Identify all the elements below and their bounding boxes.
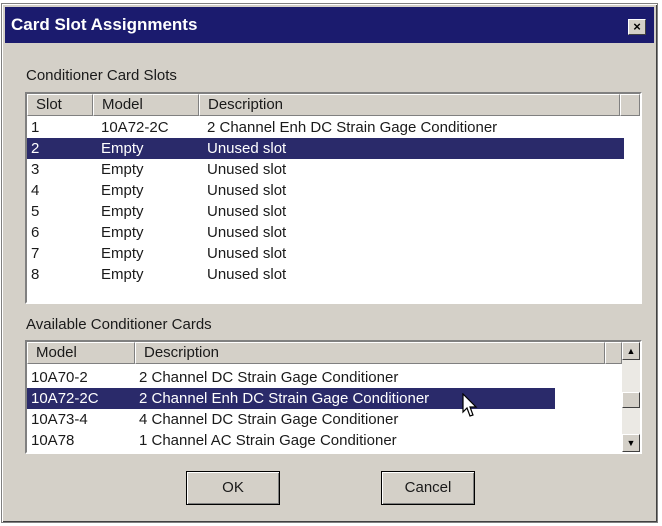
column-header-description[interactable]: Description [199,94,620,116]
column-header-model[interactable]: Model [93,94,199,116]
column-header-description[interactable]: Description [135,342,605,364]
slot-row[interactable]: 2 Empty Unused slot [27,138,624,159]
slot-number: 5 [31,203,40,220]
slot-description: Unused slot [207,161,287,178]
slot-number: 7 [31,245,40,262]
column-header-slot[interactable]: Slot [27,94,93,116]
slot-model: Empty [101,140,144,157]
slot-row[interactable]: 8 Empty Unused slot [27,264,624,285]
slot-model: Empty [101,161,144,178]
cancel-button[interactable]: Cancel [381,471,475,505]
ok-button[interactable]: OK [186,471,280,505]
slot-row[interactable]: 3 Empty Unused slot [27,159,624,180]
slot-number: 3 [31,161,40,178]
slots-section-label: Conditioner Card Slots [26,67,177,84]
card-description: 2 Channel Enh DC Strain Gage Conditioner [139,390,430,407]
slot-model: Empty [101,203,144,220]
slot-row[interactable]: 7 Empty Unused slot [27,243,624,264]
card-slot-assignments-dialog: Card Slot Assignments × Conditioner Card… [1,3,658,523]
scroll-up-button[interactable]: ▲ [622,342,640,360]
mouse-pointer-icon [462,393,478,417]
card-model: 10A73-4 [31,411,88,428]
card-description: 1 Channel AC Strain Gage Conditioner [139,432,397,449]
card-description: 2 Channel DC Strain Gage Conditioner [139,369,399,386]
slot-number: 1 [31,119,40,136]
slot-model: Empty [101,245,144,262]
slot-row[interactable]: 1 10A72-2C 2 Channel Enh DC Strain Gage Co… [27,117,624,138]
slot-row[interactable]: 4 Empty Unused slot [27,180,624,201]
slot-description: Unused slot [207,182,287,199]
slot-row[interactable]: 6 Empty Unused slot [27,222,624,243]
scroll-down-button[interactable]: ▼ [622,434,640,452]
cards-list-header: Model Description [27,342,622,364]
title-bar[interactable]: Card Slot Assignments × [5,7,654,43]
slot-number: 6 [31,224,40,241]
slot-number: 2 [31,140,40,157]
slot-number: 8 [31,266,40,283]
card-row[interactable]: 10A70-2 2 Channel DC Strain Gage Conditio… [27,367,555,388]
card-description: 4 Channel DC Strain Gage Conditioner [139,411,399,428]
slot-description: 2 Channel Enh DC Strain Gage Conditioner [207,119,498,136]
card-model: 10A72-2C [31,390,99,407]
scroll-thumb[interactable] [622,392,640,408]
slot-model: Empty [101,224,144,241]
slots-list-header: Slot Model Description [27,94,640,116]
column-header-model[interactable]: Model [27,342,135,364]
window-title: Card Slot Assignments [11,15,198,34]
up-arrow-icon: ▲ [626,346,636,356]
header-filler [620,94,640,116]
header-filler [605,342,622,364]
close-icon: × [633,19,641,34]
close-button[interactable]: × [628,19,646,35]
slot-model: 10A72-2C [101,119,169,136]
slot-description: Unused slot [207,203,287,220]
slot-description: Unused slot [207,224,287,241]
slot-number: 4 [31,182,40,199]
vertical-scrollbar[interactable]: ▲ ▼ [622,342,640,452]
down-arrow-icon: ▼ [626,438,636,448]
available-cards-list[interactable]: Model Description 10A70-2 2 Channel DC St… [25,340,642,454]
slot-description: Unused slot [207,266,287,283]
slot-description: Unused slot [207,140,287,157]
cards-section-label: Available Conditioner Cards [26,316,212,333]
card-model: 10A70-2 [31,369,88,386]
slot-model: Empty [101,182,144,199]
slot-description: Unused slot [207,245,287,262]
slots-list[interactable]: Slot Model Description 1 10A72-2C 2 Channe… [25,92,642,304]
card-row[interactable]: 10A78 1 Channel AC Strain Gage Conditione… [27,430,555,451]
card-model: 10A78 [31,432,75,449]
slot-model: Empty [101,266,144,283]
slot-row[interactable]: 5 Empty Unused slot [27,201,624,222]
